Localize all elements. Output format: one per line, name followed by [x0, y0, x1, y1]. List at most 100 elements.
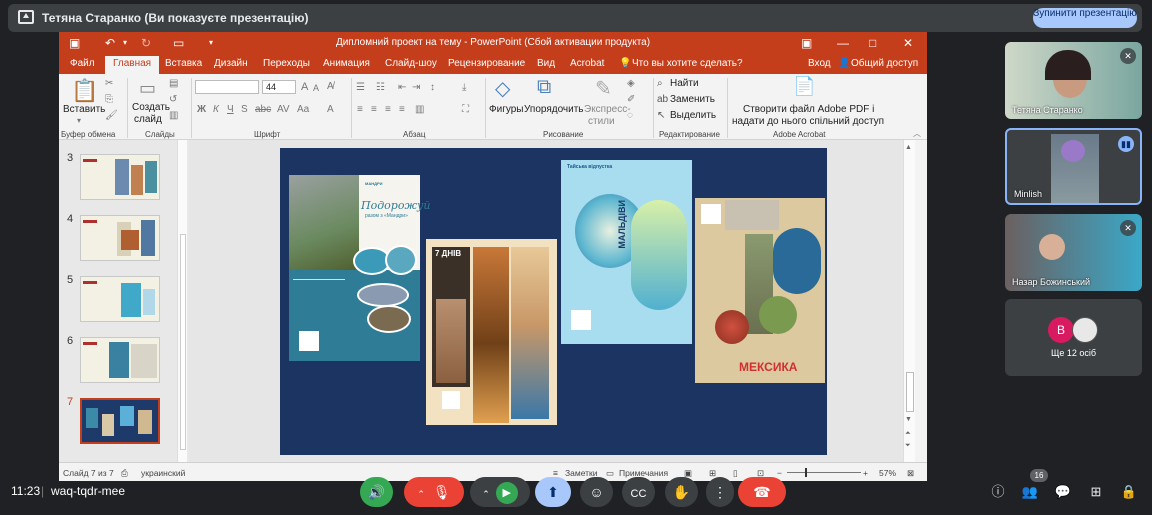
slide-thumbnail-5[interactable]: [80, 276, 160, 322]
find-button[interactable]: Найти: [670, 78, 699, 89]
tab-transitions[interactable]: Переходы: [263, 58, 310, 69]
acrobat-create-button[interactable]: Створити файл Adobe PDF і: [743, 104, 874, 115]
smartart-icon[interactable]: ⛶: [462, 104, 469, 115]
paste-icon[interactable]: 📋: [71, 78, 98, 104]
copy-icon[interactable]: ⎘: [105, 94, 113, 105]
acrobat-pdf-icon[interactable]: 📄: [793, 76, 815, 97]
new-slide-icon[interactable]: ▭: [139, 78, 156, 99]
chat-icon[interactable]: 💬: [1054, 483, 1072, 501]
shapes-icon[interactable]: ◇: [495, 76, 510, 101]
host-controls-icon[interactable]: 🔒: [1120, 483, 1138, 501]
zoom-out-icon[interactable]: −: [777, 468, 782, 478]
font-name-input[interactable]: [195, 80, 259, 94]
tab-home[interactable]: Главная: [105, 56, 160, 74]
minimize-icon[interactable]: —: [837, 36, 849, 50]
columns-icon[interactable]: ▥: [415, 104, 424, 115]
tab-insert[interactable]: Вставка: [165, 58, 202, 69]
underline-icon[interactable]: Ч: [227, 104, 234, 115]
outdent-icon[interactable]: ⇥: [412, 82, 420, 93]
ribbon-display-icon[interactable]: ▣: [801, 36, 812, 50]
justify-icon[interactable]: ≡: [399, 104, 405, 115]
shadow-icon[interactable]: S: [241, 104, 248, 115]
slide-scrollbar[interactable]: ▲ ▼ ⏶ ⏷: [903, 140, 915, 462]
new-slide-button[interactable]: Создать: [132, 102, 170, 113]
more-participants-tile[interactable]: В Ще 12 осіб: [1005, 299, 1142, 376]
font-color-icon[interactable]: A: [327, 104, 334, 115]
present-button[interactable]: ⬆: [535, 477, 571, 507]
indent-icon[interactable]: ⇤: [398, 82, 406, 93]
grow-font-icon[interactable]: A: [301, 81, 308, 93]
zoom-level[interactable]: 57%: [879, 468, 896, 478]
info-icon[interactable]: ⓘ: [989, 483, 1007, 501]
tab-review[interactable]: Рецензирование: [448, 58, 525, 69]
more-options-button[interactable]: ⋮: [706, 477, 734, 507]
quick-styles-label[interactable]: стили: [588, 116, 615, 127]
format-painter-icon[interactable]: 🖌: [105, 110, 118, 121]
leave-call-button[interactable]: ☎: [738, 477, 786, 507]
stop-presenting-button[interactable]: Зупинити презентацію: [1033, 8, 1137, 28]
outline-icon[interactable]: ✐: [627, 94, 635, 105]
find-icon[interactable]: ⌕: [657, 78, 663, 89]
clear-format-icon[interactable]: A̸: [327, 81, 334, 92]
arrange-button[interactable]: Упорядочить: [524, 104, 584, 115]
mic-toggle-button[interactable]: ⌃ 🎙: [404, 477, 464, 507]
fill-icon[interactable]: ◈: [627, 78, 635, 89]
audio-output-button[interactable]: 🔊: [360, 477, 393, 507]
thumbnails-scrollbar[interactable]: [177, 140, 187, 462]
new-slide-label[interactable]: слайд: [134, 114, 162, 125]
align-center-icon[interactable]: ≡: [371, 104, 377, 115]
tab-slideshow[interactable]: Слайд-шоу: [385, 58, 437, 69]
slide-thumbnail-3[interactable]: [80, 154, 160, 200]
quick-styles-icon[interactable]: ✎: [595, 76, 612, 101]
cut-icon[interactable]: ✂: [105, 78, 113, 89]
zoom-slider-thumb[interactable]: [805, 468, 807, 477]
tab-acrobat[interactable]: Acrobat: [570, 58, 604, 69]
tab-file[interactable]: Файл: [70, 58, 95, 69]
zoom-in-icon[interactable]: +: [863, 468, 868, 478]
italic-icon[interactable]: К: [213, 104, 219, 115]
maximize-icon[interactable]: □: [869, 36, 876, 50]
brochure-maldives[interactable]: Тайська відпустка МАЛЬДІВИ: [561, 160, 692, 344]
strike-icon[interactable]: abc: [255, 104, 271, 115]
participant-tile[interactable]: ✕ Назар Божинський: [1005, 214, 1142, 291]
effects-icon[interactable]: ◌: [627, 110, 633, 121]
spacing-icon[interactable]: AV: [277, 104, 290, 115]
tab-design[interactable]: Дизайн: [214, 58, 248, 69]
select-button[interactable]: Выделить: [670, 110, 716, 121]
replace-button[interactable]: Заменить: [670, 94, 715, 105]
share-button[interactable]: Общий доступ: [851, 58, 918, 69]
numbering-icon[interactable]: ☷: [376, 82, 385, 93]
tell-me-input[interactable]: Что вы хотите сделать?: [632, 58, 743, 69]
comments-icon[interactable]: ▭: [606, 468, 614, 479]
tab-view[interactable]: Вид: [537, 58, 555, 69]
bold-icon[interactable]: Ж: [197, 104, 206, 115]
acrobat-create-label[interactable]: надати до нього спільний доступ: [732, 116, 884, 127]
brochure-travel[interactable]: МАНДРИ Подорожуй разом з «Мандри»: [289, 175, 430, 361]
zoom-slider[interactable]: [787, 472, 861, 473]
quick-styles-button[interactable]: Экспресс-: [584, 104, 631, 115]
paste-button[interactable]: Вставить: [63, 104, 105, 115]
slide-editor[interactable]: МАНДРИ Подорожуй разом з «Мандри» 7 ДНІВ: [189, 140, 915, 462]
fit-slide-icon[interactable]: ⊠: [907, 468, 914, 479]
line-spacing-icon[interactable]: ↕: [430, 82, 435, 93]
shapes-button[interactable]: Фигуры: [489, 104, 523, 115]
text-direction-icon[interactable]: ⤓: [462, 82, 466, 93]
current-slide[interactable]: МАНДРИ Подорожуй разом з «Мандри» 7 ДНІВ: [280, 148, 827, 455]
reading-view-icon[interactable]: ▯: [733, 468, 738, 479]
replace-icon[interactable]: ab: [657, 94, 668, 105]
reactions-button[interactable]: ☺: [580, 477, 613, 507]
language-label[interactable]: украинский: [141, 468, 185, 478]
tab-animation[interactable]: Анимация: [323, 58, 370, 69]
align-left-icon[interactable]: ≡: [357, 104, 363, 115]
section-icon[interactable]: ▥: [169, 110, 178, 121]
layout-icon[interactable]: ▤: [169, 78, 178, 89]
case-icon[interactable]: Aa: [297, 104, 309, 115]
reset-icon[interactable]: ↺: [169, 94, 177, 105]
slide-thumbnail-4[interactable]: [80, 215, 160, 261]
participant-tile[interactable]: ▮▮ Minlish: [1005, 128, 1142, 205]
slide-thumbnail-7[interactable]: [80, 398, 160, 444]
camera-toggle-button[interactable]: ⌃ ▶: [470, 477, 530, 507]
slide-thumbnail-6[interactable]: [80, 337, 160, 383]
sign-in-link[interactable]: Вход: [808, 58, 831, 69]
activities-icon[interactable]: ⊞: [1087, 483, 1105, 501]
